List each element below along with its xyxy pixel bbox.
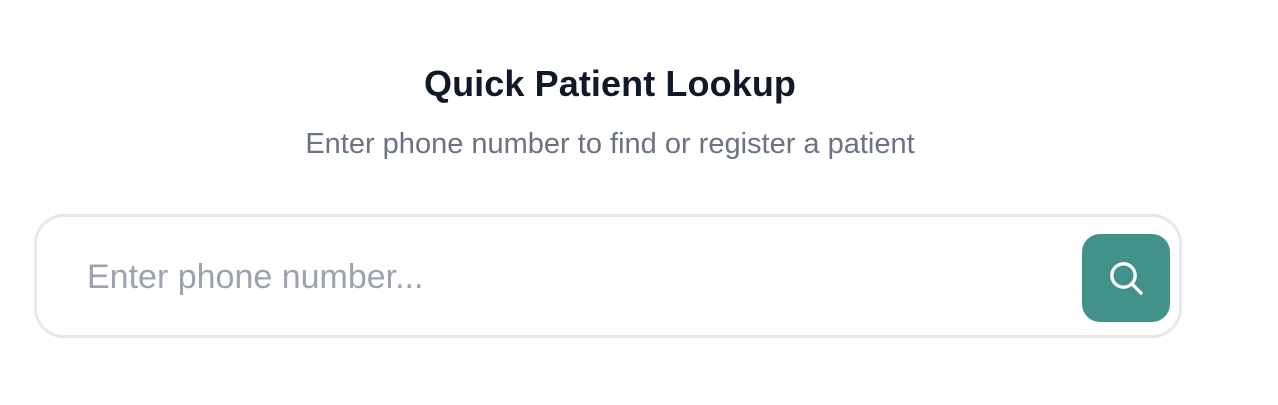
phone-number-input[interactable] xyxy=(87,247,1067,307)
phone-search-box xyxy=(34,214,1182,338)
page-subtitle: Enter phone number to find or register a… xyxy=(305,128,915,160)
search-icon xyxy=(1110,262,1143,295)
search-button[interactable] xyxy=(1082,234,1170,322)
patient-lookup-panel: Quick Patient Lookup Enter phone number … xyxy=(0,0,1220,405)
page-title: Quick Patient Lookup xyxy=(423,63,797,104)
